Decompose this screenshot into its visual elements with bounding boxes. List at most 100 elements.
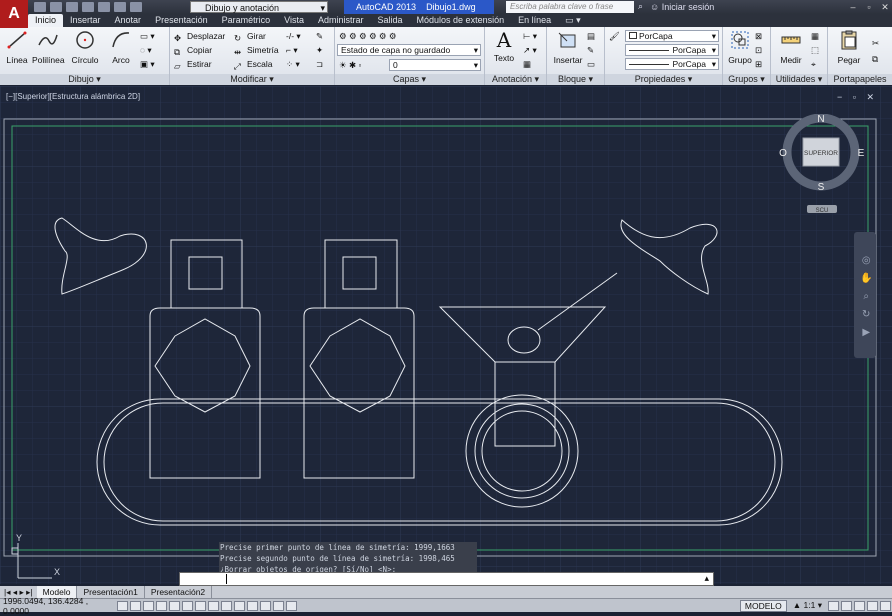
ribbon-tab-4[interactable]: Paramétrico bbox=[215, 14, 278, 27]
edit-block-icon[interactable]: ✎ bbox=[587, 44, 594, 56]
search-input[interactable]: Escriba palabra clave o frase bbox=[506, 1, 634, 13]
copy-clip-icon[interactable]: ⧉ bbox=[872, 53, 878, 65]
compass-east[interactable]: E bbox=[858, 148, 865, 159]
leader-icon[interactable]: ↗ ▾ bbox=[523, 44, 537, 56]
pan-icon[interactable]: ✋ bbox=[860, 270, 872, 288]
selection-cycling-icon[interactable] bbox=[273, 600, 284, 611]
paste-button[interactable]: Pegar bbox=[834, 29, 864, 65]
fillet-icon[interactable]: ⌐ ▾ bbox=[286, 44, 298, 56]
viewport-controls-label[interactable]: [−][Superior][Estructura alámbrica 2D] bbox=[6, 92, 140, 101]
insert-button[interactable]: Insertar bbox=[551, 29, 585, 65]
save-icon[interactable] bbox=[66, 2, 78, 12]
ribbon-tab-3[interactable]: Presentación bbox=[148, 14, 215, 27]
annotation-monitor-icon[interactable] bbox=[286, 600, 297, 611]
ribbon-tab-0[interactable]: Inicio bbox=[28, 14, 64, 27]
match-properties-icon[interactable]: 🖌 bbox=[609, 30, 620, 42]
clean-screen-icon[interactable] bbox=[880, 600, 891, 611]
orbit-icon[interactable]: ↻ bbox=[860, 306, 872, 324]
lock-icon[interactable] bbox=[854, 600, 865, 611]
steering-wheel-icon[interactable]: ◎ bbox=[860, 252, 872, 270]
layer-state-select[interactable]: Estado de capa no guardado ▾ bbox=[337, 44, 481, 56]
id-point-icon[interactable]: ⌖ bbox=[811, 58, 816, 70]
showmotion-icon[interactable]: ▶ bbox=[860, 324, 872, 342]
offset-icon[interactable]: ⊐ bbox=[316, 58, 323, 70]
arc-button[interactable]: Arco bbox=[106, 29, 136, 65]
viewcube[interactable]: SUPERIOR N S E O SCU bbox=[778, 114, 868, 214]
ribbon-tab-6[interactable]: Administrar bbox=[311, 14, 371, 27]
login-link[interactable]: ☺ Iniciar sesión bbox=[650, 0, 714, 14]
minimize-icon[interactable]: – bbox=[846, 1, 860, 13]
copy-button[interactable]: ⧉ Copiar bbox=[174, 44, 212, 57]
polar-tracking-icon[interactable] bbox=[156, 600, 167, 611]
dynamic-input-icon[interactable] bbox=[221, 600, 232, 611]
color-select[interactable]: PorCapa ▾ bbox=[625, 30, 719, 42]
region-icon[interactable]: ▣ ▾ bbox=[140, 58, 155, 70]
ribbon-tab-9[interactable]: En línea bbox=[511, 14, 558, 27]
polyline-button[interactable]: Polilínea bbox=[32, 29, 65, 65]
ortho-mode-icon[interactable] bbox=[143, 600, 154, 611]
new-icon[interactable] bbox=[34, 2, 46, 12]
3d-osnap-icon[interactable] bbox=[182, 600, 193, 611]
save-as-icon[interactable] bbox=[82, 2, 94, 12]
annotation-visibility-icon[interactable] bbox=[828, 600, 839, 611]
ribbon-tab-2[interactable]: Anotar bbox=[108, 14, 149, 27]
linetype-select[interactable]: PorCapa ▾ bbox=[625, 44, 719, 56]
search-icon[interactable]: ⌕ bbox=[638, 1, 643, 12]
snap-mode-icon[interactable] bbox=[117, 600, 128, 611]
quick-properties-icon[interactable] bbox=[260, 600, 271, 611]
drawing-viewport[interactable]: Y X [−][Superior][Estructura alámbrica 2… bbox=[0, 86, 892, 584]
create-block-icon[interactable]: ▤ bbox=[587, 30, 595, 42]
cut-icon[interactable]: ✂ bbox=[872, 37, 879, 49]
maximize-icon[interactable]: ▫ bbox=[862, 1, 876, 13]
select-all-icon[interactable]: ⬚ bbox=[811, 44, 819, 56]
move-button[interactable]: ✥ Desplazar bbox=[174, 30, 225, 43]
object-snap-icon[interactable] bbox=[169, 600, 180, 611]
trim-icon[interactable]: -/- ▾ bbox=[286, 30, 301, 42]
ribbon-options-icon[interactable]: ▭ ▾ bbox=[558, 14, 588, 27]
text-button[interactable]: A Texto bbox=[489, 29, 519, 63]
undo-icon[interactable] bbox=[114, 2, 126, 12]
compass-south[interactable]: S bbox=[818, 182, 825, 193]
scale-button[interactable]: ⤢ Escala bbox=[234, 58, 273, 71]
quick-calc-icon[interactable]: ▦ bbox=[811, 30, 819, 42]
explode-icon[interactable]: ✦ bbox=[316, 44, 323, 56]
ribbon-tab-1[interactable]: Insertar bbox=[63, 14, 108, 27]
attribute-icon[interactable]: ▭ bbox=[587, 58, 595, 70]
close-icon[interactable]: ✕ bbox=[878, 1, 892, 13]
line-button[interactable]: Línea bbox=[2, 29, 32, 65]
layer-icons[interactable]: ☀ ✱ ▫ bbox=[339, 59, 361, 71]
model-space-button[interactable]: MODELO bbox=[739, 599, 787, 612]
command-input[interactable]: ▴ bbox=[179, 572, 714, 586]
erase-icon[interactable]: ✎ bbox=[316, 30, 323, 42]
navigation-bar[interactable]: ◎ ✋ ⌕ ↻ ▶ bbox=[854, 232, 876, 358]
drawing-canvas[interactable]: Y X bbox=[0, 86, 892, 584]
workspace-switching-icon[interactable] bbox=[841, 600, 852, 611]
workspace-select[interactable]: Dibujo y anotación ▾ bbox=[190, 1, 328, 13]
rectangle-icon[interactable]: ▭ ▾ bbox=[140, 30, 155, 42]
isolate-icon[interactable] bbox=[867, 600, 878, 611]
layer-tools-icon[interactable]: ⚙ ⚙ ⚙ ⚙ ⚙ ⚙ bbox=[339, 30, 397, 42]
ducs-icon[interactable] bbox=[208, 600, 219, 611]
coordinate-readout[interactable]: 1996.0494, 136.4284 , 0.0000 bbox=[0, 596, 116, 616]
array-icon[interactable]: ⁘ ▾ bbox=[286, 58, 300, 70]
annotation-scale[interactable]: ▲ 1:1 ▾ bbox=[793, 600, 822, 611]
lineweight-select[interactable]: PorCapa ▾ bbox=[625, 58, 719, 70]
compass-west[interactable]: O bbox=[779, 148, 787, 159]
ribbon-tab-7[interactable]: Salida bbox=[371, 14, 410, 27]
measure-button[interactable]: Medir bbox=[775, 29, 807, 65]
group-select-icon[interactable]: ⊞ bbox=[755, 58, 762, 70]
group-edit-icon[interactable]: ⊡ bbox=[755, 44, 762, 56]
table-icon[interactable]: ▦ bbox=[523, 58, 531, 70]
otrack-icon[interactable] bbox=[195, 600, 206, 611]
redo-icon[interactable] bbox=[130, 2, 142, 12]
circle-button[interactable]: Círculo bbox=[70, 29, 100, 65]
chevron-up-icon[interactable]: ▴ bbox=[704, 573, 709, 584]
grid-display-icon[interactable] bbox=[130, 600, 141, 611]
open-icon[interactable] bbox=[50, 2, 62, 12]
zoom-icon[interactable]: ⌕ bbox=[860, 288, 872, 306]
rotate-button[interactable]: ↻ Girar bbox=[234, 30, 266, 43]
stretch-button[interactable]: ▱ Estirar bbox=[174, 58, 212, 71]
ribbon-tab-5[interactable]: Vista bbox=[277, 14, 311, 27]
lineweight-icon[interactable] bbox=[234, 600, 245, 611]
viewport-window-controls[interactable]: − ▫ ✕ bbox=[837, 92, 878, 103]
